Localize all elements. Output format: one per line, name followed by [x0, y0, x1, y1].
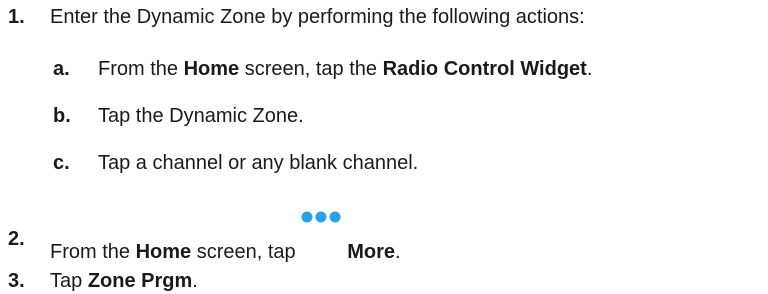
step-text: Tap Zone Prgm.: [50, 270, 198, 293]
substep-text: Tap a channel or any blank channel.: [98, 152, 419, 174]
text-segment: From the: [98, 58, 184, 80]
ui-term-more: More: [347, 241, 396, 263]
ui-term-radio-control-widget: Radio Control Widget: [382, 58, 587, 80]
step-number: 3.: [8, 270, 25, 292]
text-segment: From the: [50, 241, 136, 263]
step-number: 2.: [8, 228, 25, 250]
step-text: Enter the Dynamic Zone by performing the…: [50, 6, 585, 28]
ui-term-home: Home: [135, 241, 192, 263]
ui-term-zone-prgm: Zone Prgm: [87, 270, 193, 292]
substep-letter: b.: [53, 105, 71, 127]
substep-text: From the Home screen, tap the Radio Cont…: [98, 58, 592, 81]
step-number: 1.: [8, 6, 25, 28]
text-segment: Tap: [50, 270, 88, 292]
text-segment: .: [395, 241, 401, 263]
step-text: From the Home screen, tap More.: [50, 211, 401, 264]
text-segment: screen, tap the: [239, 58, 383, 80]
text-segment: .: [586, 58, 593, 80]
more-dots-icon: [301, 211, 341, 258]
substep-letter: c.: [53, 152, 70, 174]
text-segment: .: [192, 270, 198, 292]
ui-term-home: Home: [183, 58, 240, 80]
substep-text: Tap the Dynamic Zone.: [98, 105, 304, 127]
substep-letter: a.: [53, 58, 70, 80]
text-segment: screen, tap: [191, 241, 302, 263]
